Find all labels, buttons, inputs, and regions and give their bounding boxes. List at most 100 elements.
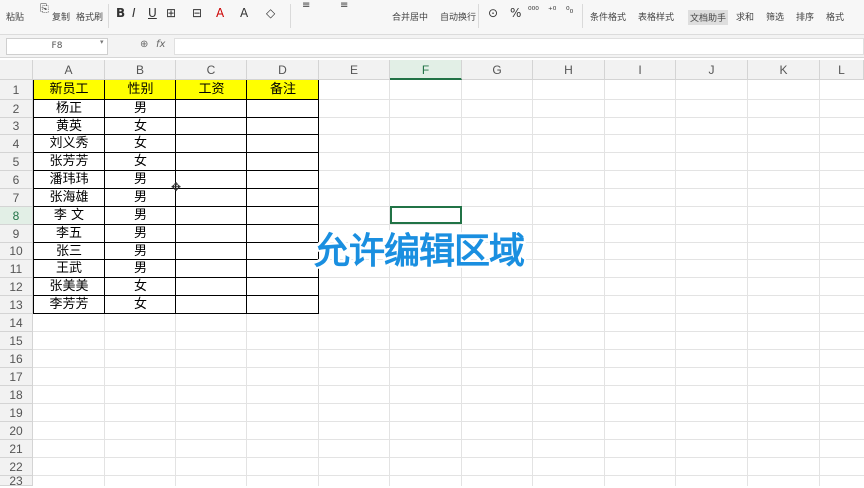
table-cell[interactable] [247,135,319,153]
sum-button[interactable]: 求和 [736,10,754,23]
table-cell[interactable]: 李芳芳 [33,296,105,314]
column-header-l[interactable]: L [820,60,864,80]
row-header-20[interactable]: 20 [0,422,33,440]
table-cell[interactable]: 潘玮玮 [33,171,105,189]
table-cell[interactable]: 张美美 [33,278,105,296]
table-cell[interactable] [176,278,247,296]
table-cell[interactable] [247,278,319,296]
border-icon[interactable]: ⊞ [166,6,176,20]
row-header-2[interactable]: 2 [0,100,33,118]
table-header-cell[interactable]: 新员工 [33,80,105,100]
row-header-16[interactable]: 16 [0,350,33,368]
font-size-icon[interactable]: A [240,6,248,20]
format-painter-button[interactable]: 格式刷 [76,10,103,23]
row-header-13[interactable]: 13 [0,296,33,314]
name-box[interactable]: F8 [6,38,108,55]
row-header-7[interactable]: 7 [0,189,33,207]
row-header-6[interactable]: 6 [0,171,33,189]
row-header-11[interactable]: 11 [0,260,33,278]
row-header-8[interactable]: 8 [0,207,33,225]
column-header-e[interactable]: E [319,60,390,80]
formula-input[interactable] [174,38,864,55]
table-cell[interactable] [176,225,247,243]
table-cell[interactable] [247,225,319,243]
table-cell[interactable] [247,243,319,260]
column-header-k[interactable]: K [748,60,820,80]
filter-button[interactable]: 筛选 [766,10,784,23]
table-cell[interactable]: 张海雄 [33,189,105,207]
conditional-format-button[interactable]: 条件格式 [590,10,626,23]
merge-center-button[interactable]: 合并居中 [392,10,428,23]
table-cell[interactable]: 男 [105,189,176,207]
column-header-b[interactable]: B [105,60,176,80]
table-cell[interactable] [176,135,247,153]
row-header-9[interactable]: 9 [0,225,33,243]
increase-decimal-icon[interactable]: ⁺⁰ [548,6,556,16]
fill-color-icon[interactable]: ⊟ [192,6,202,20]
column-header-d[interactable]: D [247,60,319,80]
table-cell[interactable] [247,171,319,189]
fx-icon[interactable]: fx [156,39,165,50]
table-cell[interactable] [176,243,247,260]
column-header-h[interactable]: H [533,60,605,80]
table-cell[interactable]: 张三 [33,243,105,260]
auto-wrap-button[interactable]: 自动换行 [440,10,476,23]
table-cell[interactable] [176,296,247,314]
chevron-down-icon[interactable]: ▾ [100,38,104,46]
eraser-icon[interactable]: ◇ [266,6,275,20]
table-cell[interactable] [176,260,247,278]
italic-icon[interactable]: I [132,6,136,20]
row-header-3[interactable]: 3 [0,118,33,135]
table-cell[interactable]: 女 [105,296,176,314]
column-header-c[interactable]: C [176,60,247,80]
table-cell[interactable]: 李五 [33,225,105,243]
copy-button[interactable]: 复制 [52,10,70,23]
column-header-i[interactable]: I [605,60,676,80]
table-cell[interactable]: 李 文 [33,207,105,225]
table-cell[interactable]: 杨正 [33,100,105,118]
table-cell[interactable] [247,100,319,118]
table-cell[interactable]: 刘义秀 [33,135,105,153]
row-header-1[interactable]: 1 [0,80,33,100]
row-header-19[interactable]: 19 [0,404,33,422]
table-header-cell[interactable]: 性别 [105,80,176,100]
table-cell[interactable]: 女 [105,135,176,153]
table-cell[interactable]: 王武 [33,260,105,278]
decrease-decimal-icon[interactable]: ⁰₀ [566,6,573,16]
table-cell[interactable]: 男 [105,100,176,118]
row-header-12[interactable]: 12 [0,278,33,296]
table-cell[interactable] [176,171,247,189]
column-header-f[interactable]: F [390,60,462,80]
font-color-icon[interactable]: A [216,6,224,20]
row-header-4[interactable]: 4 [0,135,33,153]
table-cell[interactable] [176,189,247,207]
column-header-a[interactable]: A [33,60,105,80]
table-cell[interactable] [247,260,319,278]
currency-icon[interactable]: ⊙ [488,6,498,20]
table-cell[interactable]: 男 [105,225,176,243]
row-header-5[interactable]: 5 [0,153,33,171]
align-left-icon[interactable]: ≡ [302,0,310,11]
row-header-17[interactable]: 17 [0,368,33,386]
row-header-18[interactable]: 18 [0,386,33,404]
row-header-10[interactable]: 10 [0,243,33,260]
zoom-icon[interactable]: ⊕ [140,39,148,50]
bold-icon[interactable]: B [116,6,125,20]
thousands-icon[interactable]: ⁰⁰⁰ [528,6,539,16]
table-cell[interactable] [176,100,247,118]
table-header-cell[interactable]: 备注 [247,80,319,100]
sort-button[interactable]: 排序 [796,10,814,23]
table-cell[interactable] [176,153,247,171]
column-header-g[interactable]: G [462,60,533,80]
table-cell[interactable]: 男 [105,207,176,225]
row-header-15[interactable]: 15 [0,332,33,350]
underline-icon[interactable]: U [148,6,157,20]
row-header-21[interactable]: 21 [0,440,33,458]
table-cell[interactable] [247,207,319,225]
table-cell[interactable] [176,207,247,225]
align-center-icon[interactable]: ≡ [340,0,348,11]
percent-icon[interactable]: % [510,6,521,20]
table-style-button[interactable]: 表格样式 [638,10,674,23]
table-cell[interactable]: 男 [105,243,176,260]
table-cell[interactable]: 女 [105,118,176,135]
